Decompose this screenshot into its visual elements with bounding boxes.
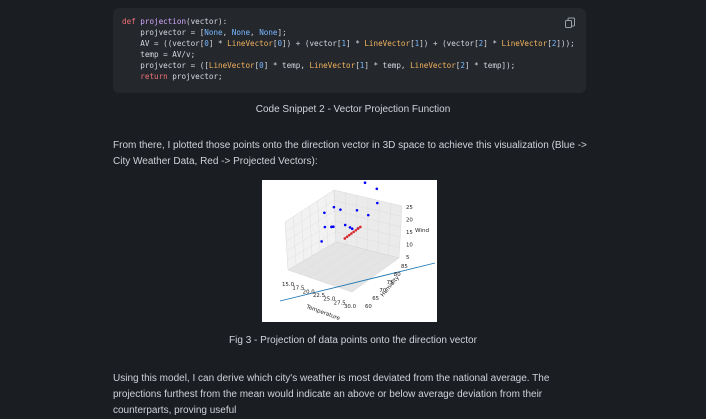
code-line: projvector = [None, None, None];: [122, 27, 586, 38]
code-token: LineVector: [227, 39, 273, 48]
z-tick-label: 5: [406, 255, 409, 261]
x-tick-label: 30.0: [344, 304, 357, 310]
y-tick-label: 65: [372, 296, 379, 302]
z-tick-label: 20: [406, 218, 413, 224]
data-point: [333, 206, 336, 209]
code-line: AV = ((vector[0] * LineVector[0]) + (vec…: [122, 38, 586, 49]
code-token: ]) + (vector[: [419, 39, 478, 48]
code-token: ]) + (vector[: [282, 39, 341, 48]
projected-point: [343, 237, 346, 240]
data-point: [320, 240, 323, 243]
code-token: ,: [250, 28, 259, 37]
code-token: ,: [223, 28, 232, 37]
code-token: ] * temp,: [264, 61, 310, 70]
data-point: [351, 227, 354, 230]
data-point: [376, 188, 379, 191]
code-token: None: [259, 28, 277, 37]
code-line: projvector = ([LineVector[0] * temp, Lin…: [122, 60, 586, 71]
code-token: LineVector: [502, 39, 548, 48]
projected-point: [352, 231, 355, 234]
code-token: ] *: [209, 39, 227, 48]
projected-point: [350, 232, 353, 235]
data-point: [376, 202, 379, 205]
code-token: LineVector: [364, 39, 410, 48]
code-token: projvector = ([: [122, 61, 209, 70]
code-token: LineVector: [309, 61, 355, 70]
projected-point: [359, 226, 362, 229]
z-axis-label: Wind: [415, 228, 430, 234]
code-token: ] * temp,: [364, 61, 410, 70]
data-point: [356, 209, 359, 212]
y-axis-label: Humidity: [380, 274, 401, 298]
y-tick-label: 60: [365, 304, 372, 310]
z-tick-label: 10: [406, 243, 413, 249]
code-line: def projection(vector):: [122, 16, 586, 27]
data-point: [367, 214, 370, 217]
intro-paragraph: From there, I plotted those points onto …: [113, 138, 588, 170]
code-token: (vector):: [186, 17, 227, 26]
code-line: temp = AV/v;: [122, 49, 586, 60]
projection-3d-chart: 15.017.520.022.525.027.530.0606570758085…: [262, 180, 437, 322]
code-token: LineVector: [209, 61, 255, 70]
code-token: None: [232, 28, 250, 37]
projected-point: [346, 236, 349, 239]
data-point: [364, 181, 367, 184]
code-token: ]));: [556, 39, 574, 48]
projected-point: [355, 229, 358, 232]
x-axis-label: Temperature: [304, 304, 341, 322]
code-line: return projvector;: [122, 71, 586, 82]
code-token: [122, 72, 140, 81]
z-tick-label: 25: [406, 205, 413, 211]
code-token: None: [204, 28, 222, 37]
figure-caption: Fig 3 - Projection of data points onto t…: [0, 335, 706, 346]
projected-point: [357, 227, 360, 230]
data-point: [330, 226, 333, 229]
data-point: [349, 226, 352, 229]
projected-point: [348, 234, 351, 237]
code-token: return: [140, 72, 167, 81]
code-lines: def projection(vector): projvector = [No…: [122, 16, 586, 82]
code-token: ] * temp]);: [465, 61, 515, 70]
article-page: def projection(vector): projvector = [No…: [0, 0, 706, 400]
code-block: def projection(vector): projvector = [No…: [113, 8, 586, 93]
code-token: ] *: [346, 39, 364, 48]
data-point: [323, 211, 326, 214]
code-token: temp = AV/v;: [122, 50, 195, 59]
copy-icon[interactable]: [564, 17, 576, 29]
code-token: projvector;: [168, 72, 223, 81]
code-token: LineVector: [410, 61, 456, 70]
data-point: [344, 224, 347, 227]
code-token: projection: [140, 17, 186, 26]
code-token: def: [122, 17, 140, 26]
code-token: AV = ((vector[: [122, 39, 204, 48]
data-point: [324, 226, 327, 229]
code-token: ] *: [483, 39, 501, 48]
code-token: projvector = [: [122, 28, 204, 37]
y-tick-label: 85: [401, 264, 408, 270]
z-tick-label: 15: [406, 230, 413, 236]
code-token: ];: [278, 28, 287, 37]
code-snippet-caption: Code Snippet 2 - Vector Projection Funct…: [0, 104, 706, 115]
data-point: [339, 208, 342, 211]
projection-figure: 15.017.520.022.525.027.530.0606570758085…: [262, 180, 437, 322]
outro-paragraph: Using this model, I can derive which cit…: [113, 371, 588, 419]
